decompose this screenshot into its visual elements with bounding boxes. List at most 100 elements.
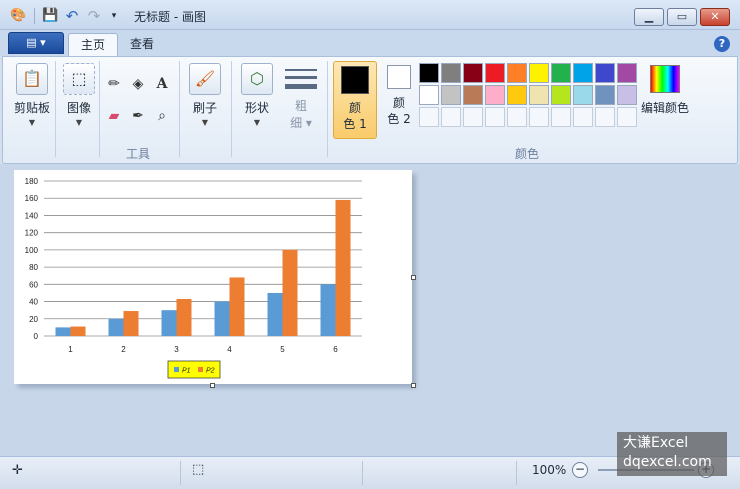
palette-swatch[interactable] [507,85,527,105]
help-icon[interactable]: ? [714,36,730,52]
zoom-level: 100% [532,463,567,477]
chevron-down-icon: ▼ [253,118,261,127]
group-separator [99,61,100,157]
palette-swatch[interactable] [507,63,527,83]
line-width-icon [283,63,319,97]
palette-swatch[interactable] [551,107,571,127]
watermark-line2: dqexcel.com [623,454,712,470]
palette-swatch[interactable] [441,85,461,105]
palette-swatch[interactable] [529,85,549,105]
image-button[interactable]: ⬚ 图像 ▼ [59,63,99,127]
text-tool-icon[interactable]: A [151,73,173,95]
fill-icon[interactable]: ◈ [127,73,149,95]
tools-group-label: 工具 [125,147,150,161]
palette-swatch[interactable] [485,63,505,83]
close-button[interactable]: ✕ [700,8,730,26]
brushes-button[interactable]: 🖌 刷子 ▼ [185,63,225,127]
resize-handle-bottom[interactable] [210,383,215,388]
palette-swatch[interactable] [419,85,439,105]
group-separator [55,61,56,157]
palette-swatch[interactable] [463,85,483,105]
watermark-line1: 大谦Excel [623,435,689,451]
bar-p2 [335,199,351,336]
group-separator [327,61,328,157]
palette-swatch[interactable] [551,63,571,83]
palette-swatch[interactable] [529,63,549,83]
palette-swatch[interactable] [595,63,615,83]
drawing-canvas[interactable]: 0 20 40 60 80 100 120 140 160 180 1 2 3 4 5 6 P1 P2 [14,170,412,384]
y-tick-label: 20 [29,315,38,324]
bar-p1 [108,318,124,336]
shapes-button[interactable]: ⬡ 形状 ▼ [237,63,277,127]
bar-p1 [214,301,230,336]
resize-handle-right[interactable] [411,275,416,280]
y-tick-label: 80 [29,263,38,272]
color-2-button[interactable]: 颜 色 2 [381,61,417,139]
group-separator [231,61,232,157]
paint-app-icon[interactable]: 🎨 [10,8,26,24]
magnifier-icon[interactable]: ⌕ [151,105,173,127]
y-tick-label: 100 [25,246,39,255]
palette-swatch[interactable] [419,107,439,127]
eraser-icon[interactable]: ▰ [103,105,125,127]
resize-handle-corner[interactable] [411,383,416,388]
palette-swatch[interactable] [573,85,593,105]
brushes-label: 刷子 [192,101,217,115]
clipboard-icon: 📋 [16,63,48,95]
palette-swatch[interactable] [463,63,483,83]
bar-p2 [282,249,298,336]
y-tick-label: 180 [25,177,39,186]
window-title: 无标题 - 画图 [134,10,206,24]
color-2-swatch [387,65,411,89]
palette-swatch[interactable] [617,85,637,105]
size-button[interactable]: 粗 细 ▾ [283,63,319,131]
pencil-icon[interactable]: ✏ [103,73,125,95]
status-separator [362,461,363,485]
palette-swatch[interactable] [485,107,505,127]
x-tick-label: 5 [280,345,285,354]
save-icon[interactable]: 💾 [42,8,58,24]
paint-menu-button[interactable]: ▤ ▾ [8,32,64,54]
x-tick-label: 4 [227,345,232,354]
brush-icon: 🖌 [189,63,221,95]
tab-home[interactable]: 主页 [68,33,119,56]
palette-swatch[interactable] [419,63,439,83]
palette-swatch[interactable] [617,63,637,83]
zoom-out-button[interactable]: − [572,462,588,478]
palette-swatch[interactable] [573,107,593,127]
palette-swatch[interactable] [617,107,637,127]
color-1-label-line2: 色 1 [343,117,367,131]
color-1-button[interactable]: 颜 色 1 [333,61,377,139]
bar-p2 [229,277,245,336]
edit-colors-button[interactable]: 编辑颜色 [639,61,691,116]
y-tick-label: 140 [25,211,39,220]
customize-quick-access-icon[interactable]: ▾ [106,8,122,24]
image-label: 图像 [66,101,91,115]
palette-swatch[interactable] [573,63,593,83]
bar-p2 [123,311,139,336]
palette-swatch[interactable] [551,85,571,105]
size-label-line1: 粗 [294,99,307,113]
palette-swatch[interactable] [441,63,461,83]
palette-swatch[interactable] [529,107,549,127]
ribbon: 📋 剪贴板 ▼ ⬚ 图像 ▼ ✏ ◈ A ▰ ✒ ⌕ 工具 🖌 刷子 ▼ ⬡ 形… [2,56,738,164]
color-1-swatch [341,66,369,94]
size-label-line2: 细 [290,116,303,130]
status-separator [516,461,517,485]
bar-p1 [55,327,71,336]
undo-icon[interactable]: ↶ [64,8,80,24]
palette-swatch[interactable] [485,85,505,105]
maximize-button[interactable]: ▭ [667,8,697,26]
group-separator [179,61,180,157]
redo-icon[interactable]: ↷ [86,8,102,24]
palette-swatch[interactable] [595,107,615,127]
color-picker-icon[interactable]: ✒ [127,105,149,127]
palette-swatch[interactable] [507,107,527,127]
title-bar: 🎨 💾 ↶ ↷ ▾ 无标题 - 画图 ▁ ▭ ✕ [0,0,740,30]
tab-view[interactable]: 查看 [118,33,166,56]
clipboard-button[interactable]: 📋 剪贴板 ▼ [11,63,53,127]
minimize-button[interactable]: ▁ [634,8,664,26]
palette-swatch[interactable] [595,85,615,105]
palette-swatch[interactable] [463,107,483,127]
palette-swatch[interactable] [441,107,461,127]
